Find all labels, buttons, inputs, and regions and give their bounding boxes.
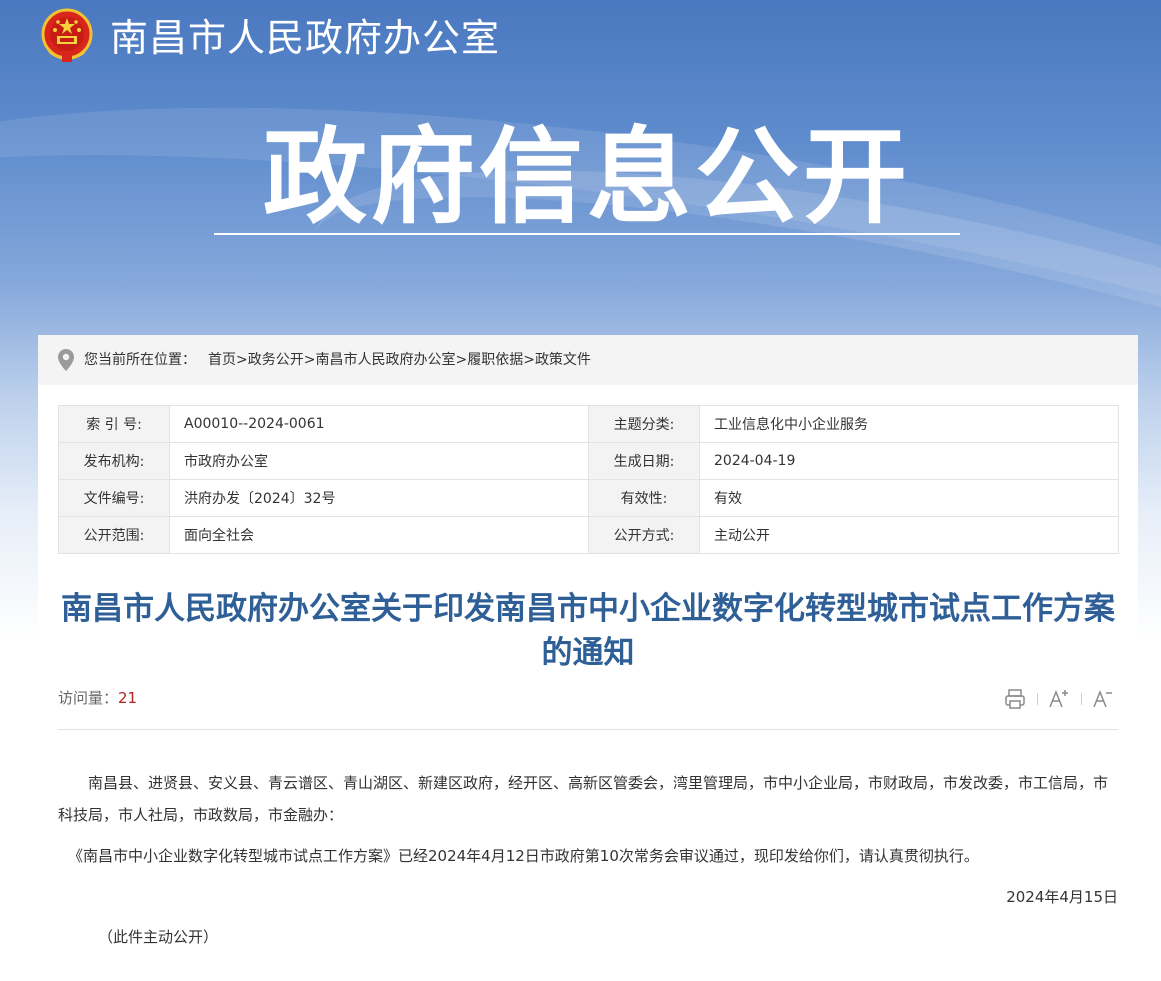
meta-value: 工业信息化中小企业服务 <box>699 405 1119 443</box>
main-content: 您当前所在位置： 首页>政务公开>南昌市人民政府办公室>履职依据>政策文件 索 … <box>38 335 1138 981</box>
body-paragraph-notice: 《南昌市中小企业数字化转型城市试点工作方案》已经2024年4月12日市政府第10… <box>68 847 979 865</box>
meta-value: 洪府办发〔2024〕32号 <box>169 479 589 517</box>
visits-count: 21 <box>118 689 138 707</box>
tool-separator <box>1081 693 1082 705</box>
meta-label: 主题分类: <box>588 405 700 443</box>
tool-separator <box>1037 693 1038 705</box>
meta-value: 市政府办公室 <box>169 442 589 480</box>
printer-icon[interactable] <box>1003 687 1027 711</box>
visit-counter: 访问量：21 <box>58 687 137 708</box>
meta-value: 有效 <box>699 479 1119 517</box>
breadcrumb: 您当前所在位置： 首页>政务公开>南昌市人民政府办公室>履职依据>政策文件 <box>38 335 1138 385</box>
breadcrumb-policy-link[interactable]: 政策文件 <box>535 352 591 368</box>
meta-label: 公开范围: <box>58 516 170 554</box>
breadcrumb-links: 首页>政务公开>南昌市人民政府办公室>履职依据>政策文件 <box>208 335 591 385</box>
breadcrumb-prefix: 您当前所在位置： <box>84 352 196 368</box>
document-title: 南昌市人民政府办公室关于印发南昌市中小企业数字化转型城市试点工作方案的通知 <box>61 591 1115 671</box>
visits-label: 访问量： <box>58 689 119 707</box>
meta-label: 文件编号: <box>58 479 170 517</box>
meta-row: 公开范围: 面向全社会 公开方式: 主动公开 <box>58 516 1119 554</box>
meta-row: 文件编号: 洪府办发〔2024〕32号 有效性: 有效 <box>58 479 1119 517</box>
body-paragraph-recipients: 南昌县、进贤县、安义县、青云谱区、青山湖区、新建区政府，经开区、高新区管委会，湾… <box>58 774 1109 824</box>
breadcrumb-office-link[interactable]: 南昌市人民政府办公室 <box>315 352 455 368</box>
breadcrumb-separator: > <box>523 352 535 368</box>
meta-row: 索 引 号: A00010--2024-0061 主题分类: 工业信息化中小企业… <box>58 405 1119 443</box>
document-metadata-table: 索 引 号: A00010--2024-0061 主题分类: 工业信息化中小企业… <box>58 405 1119 554</box>
meta-label: 公开方式: <box>588 516 700 554</box>
breadcrumb-duties-link[interactable]: 履职依据 <box>467 352 523 368</box>
breadcrumb-separator: > <box>303 352 316 368</box>
meta-label: 有效性: <box>588 479 700 517</box>
meta-value: A00010--2024-0061 <box>169 405 589 443</box>
disclosure-note: （此件主动公开） <box>98 928 219 946</box>
breadcrumb-separator: > <box>236 352 248 368</box>
breadcrumb-gov-affairs-link[interactable]: 政务公开 <box>248 352 304 368</box>
meta-value: 2024-04-19 <box>699 442 1119 480</box>
breadcrumb-separator: > <box>455 352 468 368</box>
location-pin-icon <box>58 349 74 371</box>
font-increase-icon[interactable] <box>1047 687 1071 711</box>
breadcrumb-home-link[interactable]: 首页 <box>208 352 236 368</box>
section-title: 政府信息公开 <box>262 116 911 238</box>
meta-value: 面向全社会 <box>169 516 589 554</box>
meta-row: 发布机构: 市政府办公室 生成日期: 2024-04-19 <box>58 442 1119 480</box>
document-date: 2024年4月15日 <box>1006 888 1118 906</box>
org-name: 南昌市人民政府办公室 <box>110 16 501 60</box>
meta-label: 生成日期: <box>588 442 700 480</box>
meta-label: 发布机构: <box>58 442 170 480</box>
font-decrease-icon[interactable] <box>1091 687 1115 711</box>
meta-value: 主动公开 <box>699 516 1119 554</box>
meta-label: 索 引 号: <box>58 405 170 443</box>
national-emblem-icon <box>41 8 93 62</box>
content-divider <box>58 729 1118 730</box>
title-underline <box>214 233 960 235</box>
